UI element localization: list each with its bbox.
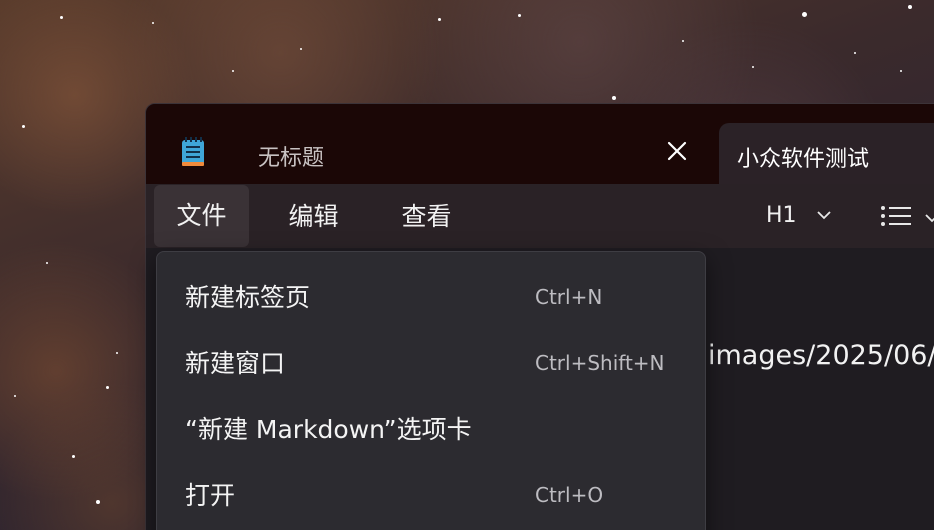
- file-menu-dropdown: 新建标签页 Ctrl+N 新建窗口 Ctrl+Shift+N “新建 Markd…: [156, 251, 706, 530]
- tab-active[interactable]: 小众软件测试: [719, 123, 934, 185]
- star: [46, 262, 48, 264]
- menu-item-open[interactable]: 打开 Ctrl+O: [157, 458, 705, 522]
- star: [682, 40, 684, 42]
- menu-item-new-window[interactable]: 新建窗口 Ctrl+Shift+N: [157, 326, 705, 390]
- menu-item-shortcut: Ctrl+O: [535, 483, 604, 507]
- menu-bar: 文件 编辑 查看 H1: [146, 184, 934, 248]
- tab-label: 无标题: [258, 146, 325, 171]
- menu-view[interactable]: 查看: [384, 186, 469, 248]
- chevron-down-icon[interactable]: [924, 212, 934, 224]
- bulleted-list-icon[interactable]: [880, 204, 912, 228]
- star: [900, 70, 902, 72]
- title-bar: 无标题 小众软件测试: [146, 104, 934, 185]
- star: [60, 16, 63, 19]
- star: [96, 500, 100, 504]
- menu-item-label: 新建标签页: [185, 283, 311, 312]
- star: [300, 48, 302, 50]
- tab-label: 小众软件测试: [737, 147, 870, 172]
- star: [908, 5, 912, 9]
- menu-item-label: 新建窗口: [185, 349, 286, 378]
- star: [518, 14, 521, 17]
- close-icon[interactable]: [662, 136, 692, 166]
- heading-level-value: H1: [766, 203, 797, 228]
- star: [854, 52, 856, 54]
- star: [14, 395, 16, 397]
- star: [106, 386, 109, 389]
- menu-item-shortcut: Ctrl+N: [535, 285, 603, 309]
- star: [232, 70, 234, 72]
- star: [752, 66, 754, 68]
- menu-item-label: “新建 Markdown”选项卡: [185, 415, 472, 444]
- menu-item-new-tab[interactable]: 新建标签页 Ctrl+N: [157, 260, 705, 324]
- heading-level-select[interactable]: H1: [766, 200, 831, 232]
- menu-file[interactable]: 文件: [154, 185, 249, 247]
- star: [116, 352, 118, 354]
- star: [22, 125, 25, 128]
- chevron-down-icon: [817, 211, 831, 220]
- star: [72, 455, 75, 458]
- menu-item-new-markdown-tab[interactable]: “新建 Markdown”选项卡: [157, 392, 705, 456]
- star: [152, 22, 154, 24]
- menu-item-shortcut: Ctrl+Shift+N: [535, 351, 665, 375]
- star: [612, 96, 616, 100]
- star: [438, 18, 441, 21]
- star: [802, 12, 807, 17]
- editor-text: images/2025/06/: [708, 340, 934, 371]
- menu-edit[interactable]: 编辑: [271, 186, 356, 248]
- menu-item-label: 打开: [185, 481, 236, 510]
- notepad-icon: [182, 137, 204, 166]
